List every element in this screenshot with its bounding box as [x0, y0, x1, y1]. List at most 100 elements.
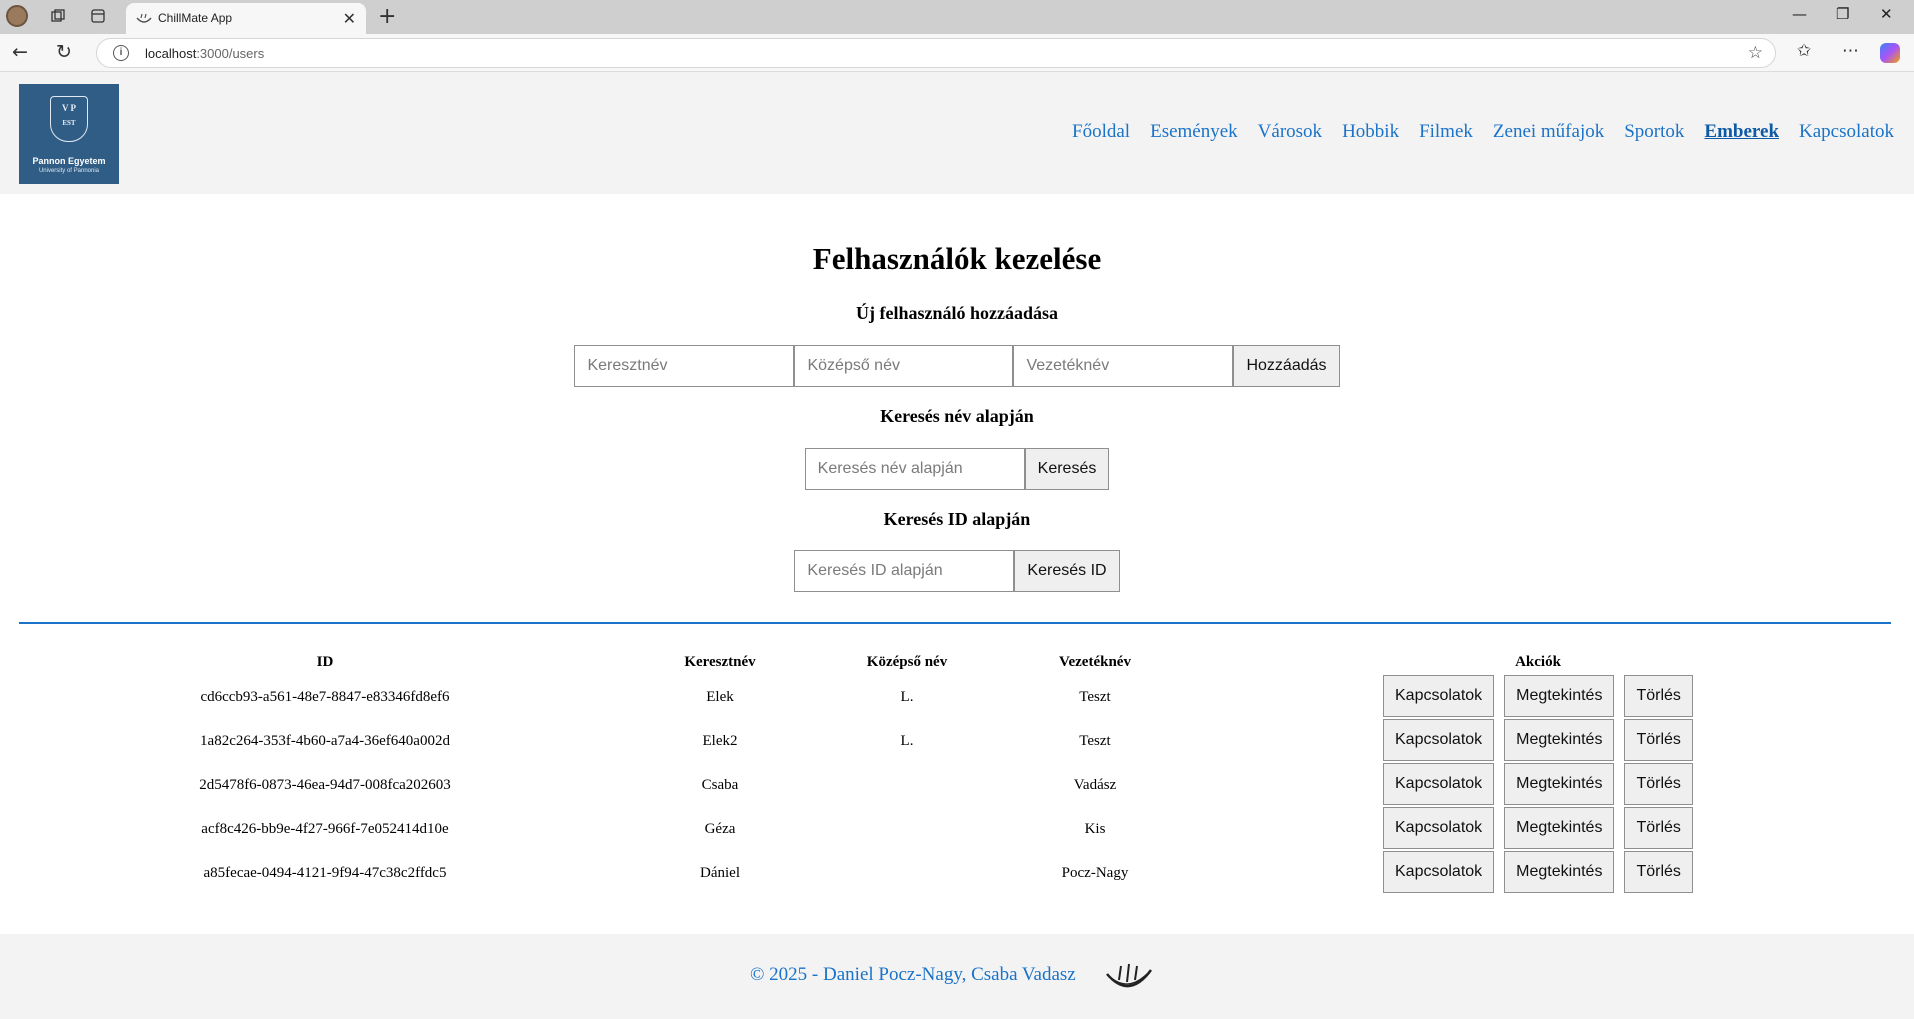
- cell-id: a85fecae-0494-4121-9f94-47c38c2ffdc5: [203, 865, 447, 881]
- connections-button[interactable]: Kapcsolatok: [1383, 719, 1495, 761]
- cell-last-name: Kis: [1084, 821, 1106, 837]
- cell-last-name: Teszt: [1079, 689, 1111, 705]
- nav-item-hobbik[interactable]: Hobbik: [1342, 121, 1399, 143]
- row-actions: Kapcsolatok Megtekintés Törlés: [1383, 719, 1693, 761]
- footer-copyright: © 2025 - Daniel Pocz-Nagy, Csaba Vadasz: [750, 964, 1076, 985]
- cell-last-name: Pocz-Nagy: [1061, 865, 1129, 881]
- connections-button[interactable]: Kapcsolatok: [1383, 763, 1495, 805]
- delete-button[interactable]: Törlés: [1624, 675, 1693, 717]
- chillmate-favicon-icon: [136, 13, 152, 23]
- nav-item-zenei-mufajok[interactable]: Zenei műfajok: [1493, 121, 1604, 143]
- search-name-heading: Keresés név alapján: [880, 406, 1034, 426]
- add-user-button[interactable]: Hozzáadás: [1233, 345, 1340, 387]
- browser-tab-active[interactable]: ChillMate App ✕: [126, 3, 366, 34]
- url-text: localhost:3000/users: [145, 46, 265, 61]
- section-divider: [19, 622, 1891, 624]
- tab-actions-icon[interactable]: [90, 8, 106, 24]
- cell-last-name: Vadász: [1073, 777, 1117, 793]
- nav-item-sportok[interactable]: Sportok: [1624, 121, 1684, 143]
- profile-avatar[interactable]: [6, 5, 28, 27]
- middle-name-input[interactable]: [794, 345, 1014, 387]
- cell-first-name: Elek: [706, 689, 734, 705]
- cell-first-name: Dániel: [700, 865, 740, 881]
- cell-middle-name: L.: [900, 733, 914, 749]
- cell-id: 2d5478f6-0873-46ea-94d7-008fca202603: [199, 777, 451, 793]
- search-name-form: Keresés: [0, 448, 1914, 490]
- delete-button[interactable]: Törlés: [1624, 851, 1693, 893]
- table-row: cd6ccb93-a561-48e7-8847-e83346fd8ef6 Ele…: [0, 675, 1914, 719]
- logo-name: Pannon Egyetem: [32, 156, 106, 166]
- view-button[interactable]: Megtekintés: [1504, 807, 1615, 849]
- chillmate-logo-icon: [1106, 963, 1153, 988]
- back-icon[interactable]: ←: [12, 41, 28, 63]
- cell-first-name: Géza: [704, 821, 736, 837]
- favorite-star-icon[interactable]: ☆: [1748, 43, 1763, 63]
- row-actions: Kapcsolatok Megtekintés Törlés: [1383, 851, 1693, 893]
- window-close-icon[interactable]: ✕: [1880, 5, 1893, 23]
- add-user-heading: Új felhasználó hozzáadása: [856, 303, 1058, 323]
- connections-button[interactable]: Kapcsolatok: [1383, 675, 1495, 717]
- nav-item-filmek[interactable]: Filmek: [1419, 121, 1473, 143]
- tab-close-icon[interactable]: ✕: [343, 9, 356, 28]
- browser-toolbar: ← ↻ i localhost:3000/users ☆ ✩ ⋯: [0, 34, 1914, 72]
- cell-id: acf8c426-bb9e-4f27-966f-7e052414d10e: [201, 821, 449, 837]
- row-actions: Kapcsolatok Megtekintés Törlés: [1383, 763, 1693, 805]
- connections-button[interactable]: Kapcsolatok: [1383, 807, 1495, 849]
- delete-button[interactable]: Törlés: [1624, 807, 1693, 849]
- view-button[interactable]: Megtekintés: [1504, 851, 1615, 893]
- table-row: 2d5478f6-0873-46ea-94d7-008fca202603 Csa…: [0, 763, 1914, 807]
- cell-id: cd6ccb93-a561-48e7-8847-e83346fd8ef6: [200, 689, 450, 705]
- nav-item-emberek[interactable]: Emberek: [1704, 121, 1779, 143]
- cell-id: 1a82c264-353f-4b60-a7a4-36ef640a002d: [200, 733, 450, 749]
- view-button[interactable]: Megtekintés: [1504, 675, 1615, 717]
- browser-tabstrip: ChillMate App ✕ + — ❐ ✕: [0, 0, 1914, 34]
- address-bar[interactable]: i localhost:3000/users ☆: [96, 38, 1776, 68]
- logo-subtitle: University of Pannonia: [38, 168, 100, 174]
- restore-icon[interactable]: ❐: [1836, 5, 1849, 23]
- search-id-form: Keresés ID: [0, 550, 1914, 592]
- row-actions: Kapcsolatok Megtekintés Törlés: [1383, 807, 1693, 849]
- site-header: V P EST Pannon Egyetem University of Pan…: [0, 72, 1914, 194]
- search-id-input[interactable]: [794, 550, 1015, 592]
- search-id-button[interactable]: Keresés ID: [1014, 550, 1120, 592]
- nav-item-esemenyek[interactable]: Események: [1150, 121, 1238, 143]
- page-title: Felhasználók kezelése: [812, 241, 1102, 276]
- view-button[interactable]: Megtekintés: [1504, 719, 1615, 761]
- main-nav: Főoldal Események Városok Hobbik Filmek …: [1072, 121, 1894, 143]
- site-footer: © 2025 - Daniel Pocz-Nagy, Csaba Vadasz: [0, 934, 1914, 1019]
- nav-item-varosok[interactable]: Városok: [1258, 121, 1322, 143]
- university-logo[interactable]: V P EST Pannon Egyetem University of Pan…: [19, 84, 119, 184]
- col-header-middle-name: Középső név: [866, 654, 948, 670]
- more-menu-icon[interactable]: ⋯: [1842, 41, 1859, 61]
- delete-button[interactable]: Törlés: [1624, 719, 1693, 761]
- nav-item-fooldal[interactable]: Főoldal: [1072, 121, 1130, 143]
- search-id-heading: Keresés ID alapján: [883, 509, 1031, 529]
- table-row: a85fecae-0494-4121-9f94-47c38c2ffdc5 Dán…: [0, 851, 1914, 895]
- search-name-button[interactable]: Keresés: [1024, 448, 1110, 490]
- search-name-input[interactable]: [804, 448, 1025, 490]
- cell-last-name: Teszt: [1079, 733, 1111, 749]
- view-button[interactable]: Megtekintés: [1504, 763, 1615, 805]
- nav-item-kapcsolatok[interactable]: Kapcsolatok: [1799, 121, 1894, 143]
- col-header-first-name: Keresztnév: [684, 654, 756, 670]
- site-info-icon[interactable]: i: [113, 45, 129, 61]
- delete-button[interactable]: Törlés: [1624, 763, 1693, 805]
- table-row: acf8c426-bb9e-4f27-966f-7e052414d10e Géz…: [0, 807, 1914, 851]
- reload-icon[interactable]: ↻: [56, 41, 72, 63]
- row-actions: Kapcsolatok Megtekintés Törlés: [1383, 675, 1693, 717]
- minimize-icon[interactable]: —: [1792, 5, 1807, 23]
- last-name-input[interactable]: [1013, 345, 1234, 387]
- tab-title: ChillMate App: [158, 11, 233, 25]
- cell-first-name: Elek2: [702, 733, 738, 749]
- copilot-icon[interactable]: [1880, 43, 1900, 63]
- new-tab-icon[interactable]: +: [378, 4, 396, 29]
- favorites-icon[interactable]: ✩: [1797, 41, 1811, 61]
- col-header-actions: Akciók: [1515, 654, 1561, 670]
- add-user-form: Hozzáadás: [0, 345, 1914, 387]
- cell-middle-name: L.: [900, 689, 914, 705]
- crest-icon: V P EST: [50, 96, 88, 142]
- workspaces-icon[interactable]: [50, 8, 66, 24]
- first-name-input[interactable]: [574, 345, 795, 387]
- connections-button[interactable]: Kapcsolatok: [1383, 851, 1495, 893]
- col-header-last-name: Vezetéknév: [1059, 654, 1131, 670]
